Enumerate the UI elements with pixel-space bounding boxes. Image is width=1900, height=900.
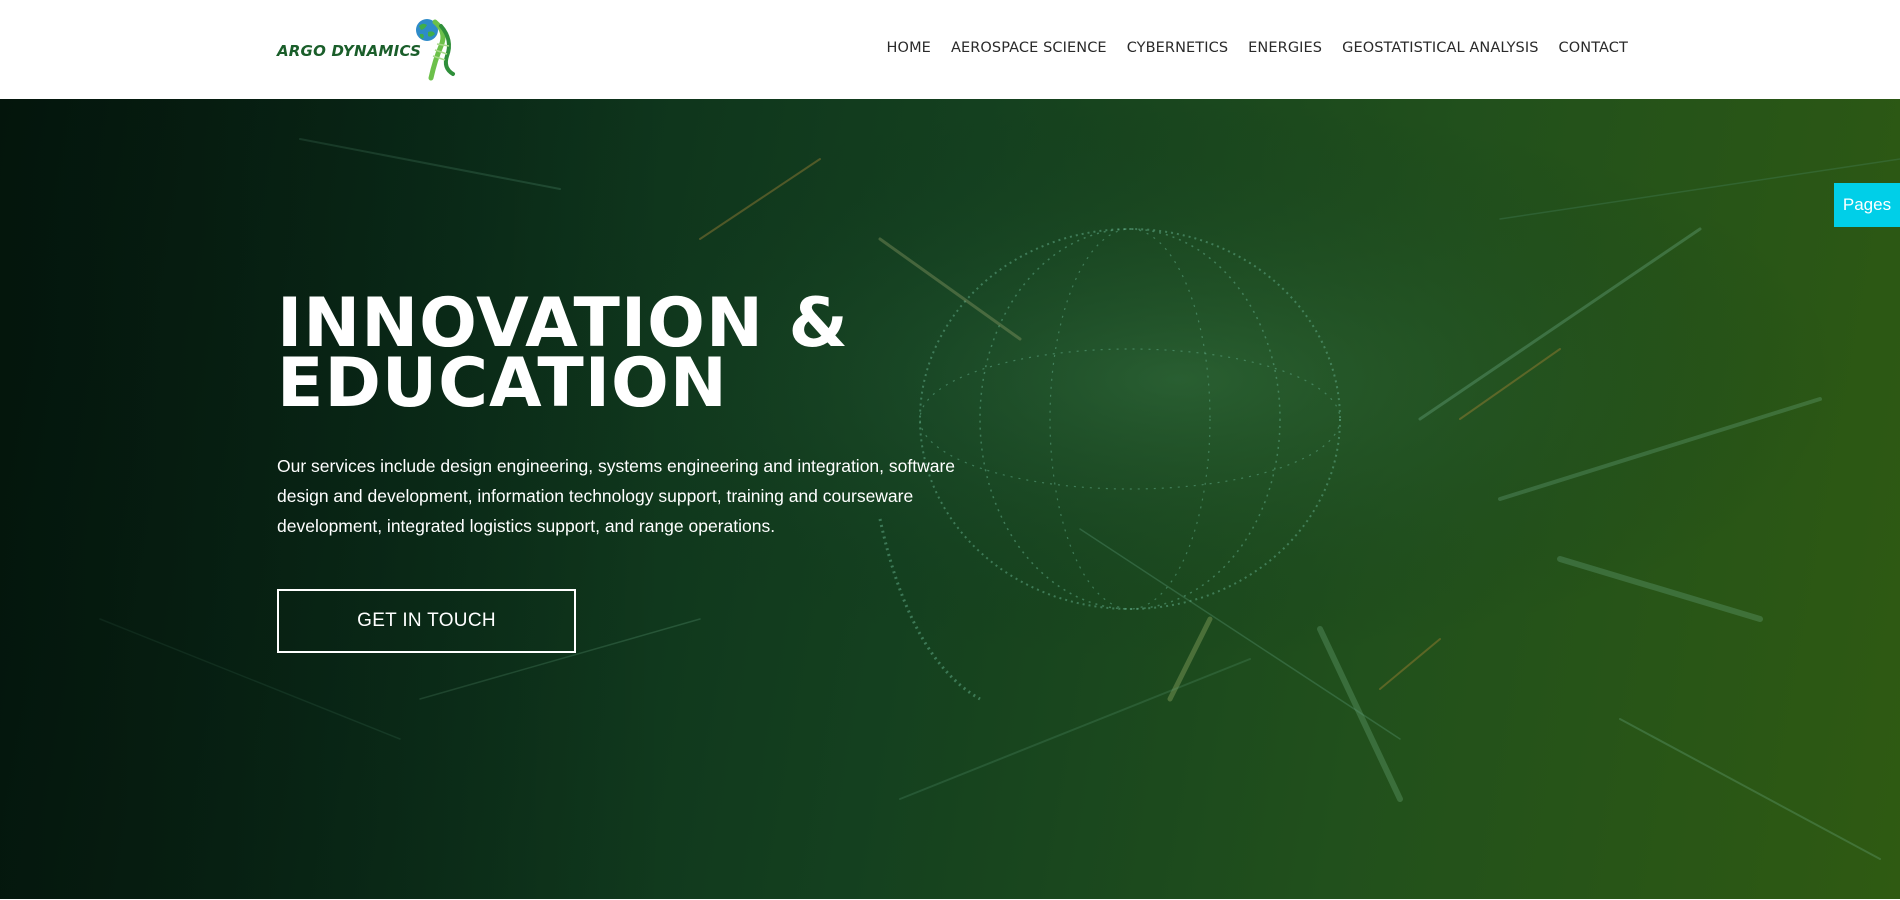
hero-description: Our services include design engineering,… xyxy=(277,456,956,536)
nav-cybernetics[interactable]: CYBERNETICS xyxy=(1127,40,1228,56)
main-nav: HOME AEROSPACE SCIENCE CYBERNETICS ENERG… xyxy=(867,40,1628,56)
pages-side-tab[interactable]: Pages xyxy=(1834,183,1900,227)
globe-swoosh-icon xyxy=(416,19,455,81)
get-in-touch-button[interactable]: GET IN TOUCH xyxy=(277,589,576,653)
nav-contact[interactable]: CONTACT xyxy=(1559,40,1628,56)
nav-home[interactable]: HOME xyxy=(887,40,931,56)
nav-energies[interactable]: ENERGIES xyxy=(1248,40,1322,56)
site-logo[interactable]: ARGO DYNAMICS xyxy=(277,16,457,82)
site-header: ARGO DYNAMICS HOME AEROSPACE SCIENCE CYB… xyxy=(0,0,1900,99)
logo-text: ARGO DYNAMICS xyxy=(277,42,422,60)
hero-title-line2: EDUCATION xyxy=(277,344,728,423)
nav-aerospace-science[interactable]: AEROSPACE SCIENCE xyxy=(951,40,1107,56)
hero-section: INNOVATION & EDUCATION Our services incl… xyxy=(0,99,1900,900)
hero-title: INNOVATION & EDUCATION xyxy=(277,290,977,423)
nav-geostatistical-analysis[interactable]: GEOSTATISTICAL ANALYSIS xyxy=(1342,40,1538,56)
